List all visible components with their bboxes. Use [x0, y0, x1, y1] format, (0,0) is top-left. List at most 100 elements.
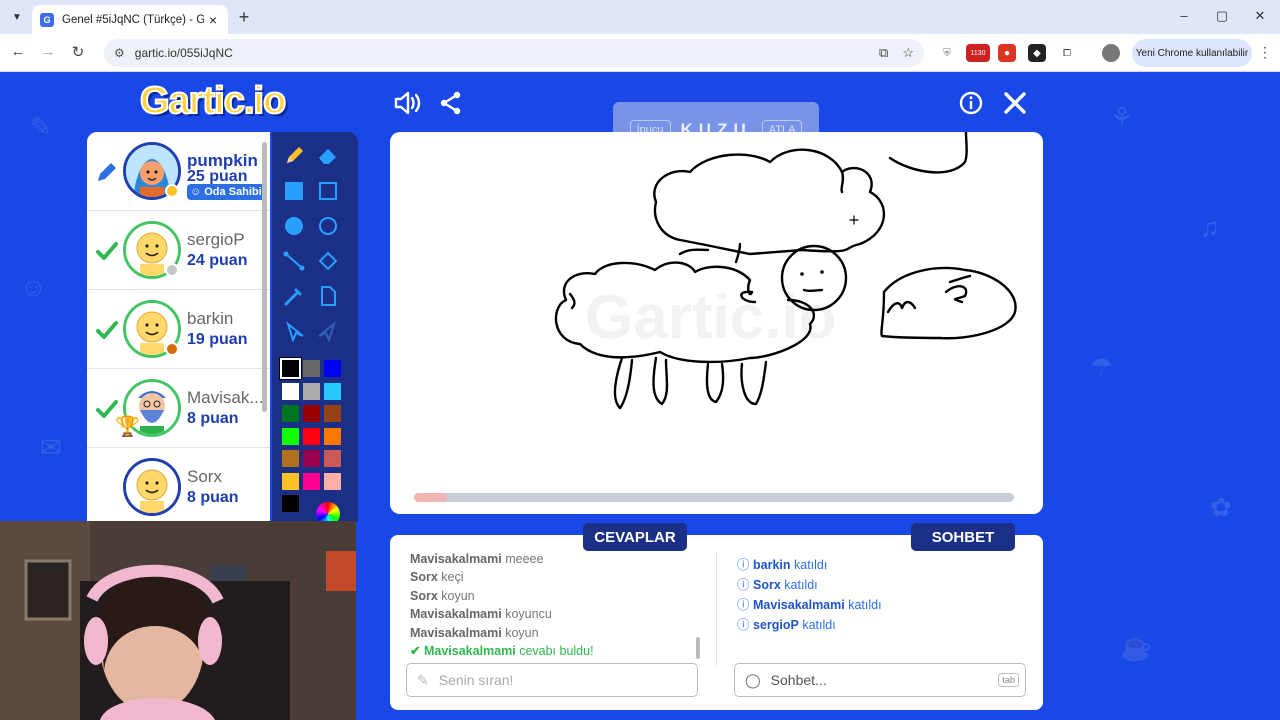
bookmark-star-icon[interactable]: ☆: [902, 45, 914, 61]
doodle-icon: ♫: [1200, 212, 1220, 242]
chat-bubble-icon: ◯: [745, 671, 761, 688]
pencil-tool-icon[interactable]: [280, 142, 308, 170]
shield-extension-icon[interactable]: ⛨: [938, 44, 956, 62]
player-row[interactable]: 🏆 Mavisak... 8 puan: [87, 369, 270, 448]
back-icon[interactable]: ←: [8, 43, 28, 60]
answers-list: Mavisakalmami meeee Sorx keçi Sorx koyun…: [410, 550, 700, 660]
browser-tab[interactable]: G Genel #5iJqNC (Türkçe) - Gartic ×: [32, 5, 228, 34]
new-tab-button[interactable]: +: [234, 7, 254, 27]
player-score: 8 puan: [187, 489, 239, 506]
eyedropper-tool-icon[interactable]: [280, 282, 308, 310]
maximize-icon[interactable]: ▢: [1214, 8, 1230, 24]
line-tool-icon[interactable]: [280, 247, 308, 275]
extensions-puzzle-icon[interactable]: ⧠: [1058, 44, 1076, 62]
list-item: Mavisakalmami meeee: [410, 552, 544, 566]
filled-square-tool-icon[interactable]: [280, 177, 308, 205]
window-close-icon[interactable]: ✕: [1252, 8, 1268, 24]
record-extension-icon[interactable]: ●: [998, 44, 1016, 62]
list-item: ⓘ Sorx katıldı: [737, 578, 818, 592]
tab-chat[interactable]: SOHBET: [911, 523, 1015, 551]
drawing-canvas[interactable]: Gartic.io: [390, 132, 1043, 514]
forward-icon[interactable]: →: [38, 43, 58, 60]
undo-tool-icon[interactable]: [280, 317, 308, 345]
status-dot: [165, 184, 179, 198]
redo-tool-icon[interactable]: [314, 317, 342, 345]
status-dot: [165, 342, 179, 356]
color-swatch[interactable]: [303, 382, 320, 400]
filled-circle-tool-icon[interactable]: [280, 212, 308, 240]
address-bar[interactable]: ⚙ gartic.io/055iJqNC ⧉ ☆: [104, 39, 924, 67]
reload-icon[interactable]: ↻: [68, 43, 88, 61]
room-owner-badge: ☺ Oda Sahibi: [187, 184, 267, 200]
color-swatch[interactable]: [282, 472, 299, 490]
extension-badge-icon[interactable]: 1130: [966, 44, 990, 62]
profile-avatar[interactable]: [1102, 44, 1120, 62]
trophy-icon: 🏆: [115, 416, 140, 438]
circle-outline-tool-icon[interactable]: [314, 212, 342, 240]
list-item: Sorx koyun: [410, 588, 475, 603]
chrome-update-chip[interactable]: Yeni Chrome kullanılabilir: [1132, 39, 1252, 67]
color-swatch[interactable]: [282, 495, 299, 512]
minimize-icon[interactable]: –: [1176, 8, 1192, 23]
info-icon: ⓘ: [737, 578, 750, 592]
color-swatch[interactable]: [280, 358, 301, 379]
color-swatch[interactable]: [303, 405, 320, 422]
doodle-icon: ✿: [1210, 492, 1232, 522]
sound-icon[interactable]: [392, 88, 422, 118]
url-text: gartic.io/055iJqNC: [134, 46, 233, 60]
color-swatch[interactable]: [324, 382, 341, 400]
eraser-tool-icon[interactable]: [314, 142, 342, 170]
info-icon[interactable]: [956, 88, 986, 118]
player-list-scrollbar[interactable]: [262, 142, 267, 412]
sheep-drawing: [554, 132, 1017, 410]
list-item: Sorx keçi: [410, 570, 464, 585]
check-icon: ✔: [410, 644, 421, 659]
pencil-icon: ✎: [417, 671, 429, 688]
color-swatch[interactable]: [324, 427, 341, 445]
tab-close-icon[interactable]: ×: [206, 12, 220, 28]
color-swatch[interactable]: [324, 405, 341, 422]
answer-input[interactable]: ✎ Senin sıran!: [406, 663, 698, 697]
gartic-logo: Gartic.io: [139, 79, 287, 123]
color-swatch[interactable]: [303, 427, 320, 445]
chat-input[interactable]: ◯ Sohbet... tab: [734, 663, 1026, 697]
player-list: pumpkin 25 puan ☺ Oda Sahibi sergioP 24 p…: [87, 132, 270, 522]
answers-scrollbar[interactable]: [696, 637, 700, 659]
player-row[interactable]: Sorx 8 puan: [87, 448, 270, 522]
color-swatch[interactable]: [324, 450, 341, 467]
chat-placeholder: Sohbet...: [770, 672, 827, 688]
color-swatch[interactable]: [324, 472, 341, 490]
color-swatch[interactable]: [303, 472, 320, 490]
answer-placeholder: Senin sıran!: [438, 672, 514, 688]
player-row[interactable]: pumpkin 25 puan ☺ Oda Sahibi: [87, 132, 270, 211]
new-page-tool-icon[interactable]: [314, 282, 342, 310]
close-game-icon[interactable]: [1000, 88, 1030, 118]
fill-bucket-tool-icon[interactable]: [314, 247, 342, 275]
player-row[interactable]: barkin 19 puan: [87, 290, 270, 369]
dark-extension-icon[interactable]: ◆: [1028, 44, 1046, 62]
color-swatch[interactable]: [303, 450, 320, 467]
favicon-icon: G: [40, 12, 54, 27]
color-swatch[interactable]: [282, 405, 299, 422]
player-score: 24 puan: [187, 252, 248, 269]
player-row[interactable]: sergioP 24 puan: [87, 211, 270, 290]
color-swatch[interactable]: [282, 382, 299, 400]
list-item: Mavisakalmami koyuncu: [410, 607, 552, 622]
doodle-icon: ☺: [20, 272, 47, 302]
install-app-icon[interactable]: ⧉: [879, 45, 888, 61]
tab-key-hint: tab: [998, 673, 1019, 687]
list-item: Mavisakalmami koyun: [410, 625, 539, 640]
doodle-icon: ☕: [1120, 632, 1153, 662]
site-info-icon[interactable]: ⚙: [114, 46, 125, 60]
tab-answers[interactable]: CEVAPLAR: [583, 523, 687, 551]
square-outline-tool-icon[interactable]: [314, 177, 342, 205]
color-swatch[interactable]: [282, 450, 299, 467]
chrome-menu-icon[interactable]: ⋮: [1258, 44, 1272, 61]
tab-title: Genel #5iJqNC (Türkçe) - Gartic: [62, 13, 204, 26]
doodle-icon: ☂: [1090, 352, 1114, 382]
color-swatch[interactable]: [303, 360, 320, 377]
share-icon[interactable]: [436, 88, 466, 118]
tab-search-button[interactable]: ▼: [6, 6, 28, 28]
color-swatch[interactable]: [324, 360, 341, 377]
color-swatch[interactable]: [282, 427, 299, 445]
